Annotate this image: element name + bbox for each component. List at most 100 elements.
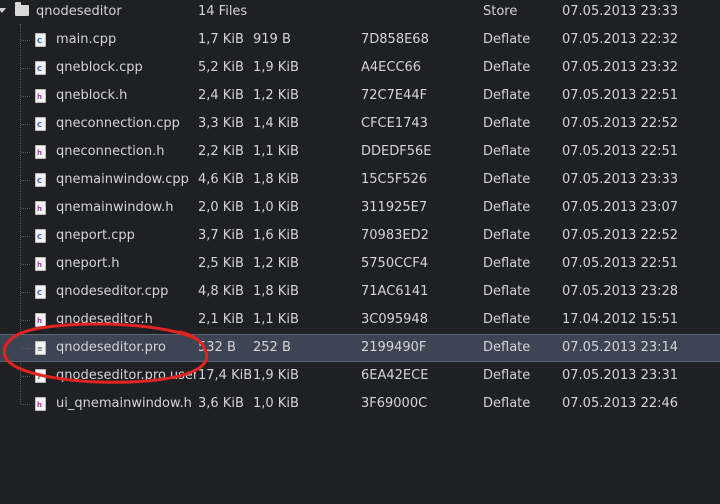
file-packed-size: 1,9 KiB [253, 368, 299, 383]
file-packed-size: 1,8 KiB [253, 172, 299, 187]
tree-branch-line [21, 376, 30, 377]
file-method: Deflate [483, 312, 531, 327]
file-row[interactable]: h qnemainwindow.h 2,0 KiB 1,0 KiB 311925E7 De… [0, 194, 720, 222]
file-type-mark: C [37, 177, 43, 185]
file-date: 07.05.2013 23:07 [562, 200, 679, 215]
file-row[interactable]: Cqneconnection.cpp 3,3 KiB 1,4 KiB CFCE1743… [0, 110, 720, 138]
file-crc: 5750CCF4 [361, 256, 428, 271]
file-size: 5,2 KiB [198, 60, 244, 75]
file-type-mark: h [37, 205, 42, 213]
header-file-icon: h [35, 201, 46, 215]
file-packed-size: 1,2 KiB [253, 256, 299, 271]
file-name: ui_qnemainwindow.h [56, 396, 192, 411]
file-method: Deflate [483, 284, 531, 299]
file-size: 2,2 KiB [198, 144, 244, 159]
cpp-file-icon: C [35, 33, 46, 47]
file-date: 07.05.2013 23:14 [562, 340, 679, 355]
file-date: 07.05.2013 22:51 [562, 88, 679, 103]
tree-branch-line [21, 236, 30, 237]
file-type-mark: C [37, 121, 43, 129]
file-crc: A4ECC66 [361, 60, 422, 75]
file-size: 532 B [198, 340, 236, 355]
tree-branch-line [21, 124, 30, 125]
cpp-file-icon: C [35, 117, 46, 131]
header-file-icon: h [35, 257, 46, 271]
file-row[interactable]: Cqneblock.cpp 5,2 KiB 1,9 KiB A4ECC66 Deflat… [0, 54, 720, 82]
file-date: 07.05.2013 23:31 [562, 368, 679, 383]
file-date: 07.05.2013 22:46 [562, 396, 679, 411]
file-size: 17,4 KiB [198, 368, 252, 383]
file-size: 2,0 KiB [198, 200, 244, 215]
file-name: qnodeseditor.pro [56, 340, 166, 355]
file-packed-size: 1,4 KiB [253, 116, 299, 131]
tree-branch-line [21, 180, 30, 181]
file-method: Deflate [483, 60, 531, 75]
folder-method: Store [483, 4, 518, 19]
file-row[interactable]: h qneblock.h 2,4 KiB 1,2 KiB 72C7E44F Deflate… [0, 82, 720, 110]
file-size: 4,6 KiB [198, 172, 244, 187]
header-file-icon: h [35, 89, 46, 103]
file-type-mark: h [37, 93, 42, 101]
file-method: Deflate [483, 200, 531, 215]
tree-branch-line [21, 152, 30, 153]
file-type-mark: C [37, 37, 43, 45]
file-type-mark: h [37, 261, 42, 269]
file-name: qnodeseditor.h [56, 312, 153, 327]
file-date: 07.05.2013 22:51 [562, 144, 679, 159]
file-row[interactable]: ? qnodeseditor.pro.user 17,4 KiB 1,9 KiB 6EA… [0, 362, 720, 390]
file-name: qneblock.h [56, 88, 128, 103]
file-row[interactable]: h qneconnection.h 2,2 KiB 1,1 KiB DDEDF56E De… [0, 138, 720, 166]
cpp-file-icon: C [35, 173, 46, 187]
chevron-down-icon[interactable] [0, 8, 6, 13]
file-method: Deflate [483, 340, 531, 355]
file-row[interactable]: ≡ qnodeseditor.pro 532 B 252 B 2199490F Defla… [0, 334, 720, 362]
file-row[interactable]: Cqneport.cpp 3,7 KiB 1,6 KiB 70983ED2 Deflat… [0, 222, 720, 250]
tree-branch-line [21, 264, 30, 265]
archive-file-list: qnodeseditor 14 Files Store 07.05.2013 2… [0, 0, 720, 504]
file-name: qnemainwindow.cpp [56, 172, 189, 187]
file-name: qneblock.cpp [56, 60, 143, 75]
file-crc: 3C095948 [361, 312, 428, 327]
file-size: 2,5 KiB [198, 256, 244, 271]
tree-branch-line [21, 320, 30, 321]
file-crc: 3F69000C [361, 396, 428, 411]
file-crc: 7D858E68 [361, 32, 429, 47]
tree-branch-line [21, 292, 30, 293]
tree-branch-line [21, 96, 30, 97]
file-crc: 311925E7 [361, 200, 428, 215]
file-method: Deflate [483, 116, 531, 131]
header-file-icon: h [35, 397, 46, 411]
file-crc: 72C7E44F [361, 88, 428, 103]
file-packed-size: 919 B [253, 32, 291, 47]
file-date: 07.05.2013 23:32 [562, 60, 679, 75]
file-size: 3,3 KiB [198, 116, 244, 131]
file-crc: 70983ED2 [361, 228, 429, 243]
file-packed-size: 1,8 KiB [253, 284, 299, 299]
file-row[interactable]: Cqnemainwindow.cpp 4,6 KiB 1,8 KiB 15C5F526… [0, 166, 720, 194]
file-row[interactable]: Cqnodeseditor.cpp 4,8 KiB 1,8 KiB 71AC6141 D… [0, 278, 720, 306]
file-row[interactable]: h ui_qnemainwindow.h 3,6 KiB 1,0 KiB 3F69000… [0, 390, 720, 418]
file-packed-size: 1,6 KiB [253, 228, 299, 243]
file-date: 07.05.2013 22:52 [562, 116, 679, 131]
file-date: 07.05.2013 23:28 [562, 284, 679, 299]
file-type-mark: h [37, 401, 42, 409]
file-crc: 15C5F526 [361, 172, 428, 187]
file-row[interactable]: Cmain.cpp 1,7 KiB 919 B 7D858E68 Deflate 07.0… [0, 26, 720, 54]
file-type-mark: h [37, 317, 42, 325]
file-method: Deflate [483, 172, 531, 187]
file-packed-size: 1,0 KiB [253, 200, 299, 215]
file-method: Deflate [483, 228, 531, 243]
file-size: 1,7 KiB [198, 32, 244, 47]
file-method: Deflate [483, 396, 531, 411]
file-name: qneconnection.cpp [56, 116, 180, 131]
file-date: 07.05.2013 23:33 [562, 172, 679, 187]
folder-row-root[interactable]: qnodeseditor 14 Files Store 07.05.2013 2… [0, 0, 720, 26]
file-row[interactable]: h qnodeseditor.h 2,1 KiB 1,1 KiB 3C095948 Def… [0, 306, 720, 334]
file-name: qnodeseditor.pro.user [56, 368, 196, 383]
file-row[interactable]: h qneport.h 2,5 KiB 1,2 KiB 5750CCF4 Deflate 0… [0, 250, 720, 278]
file-date: 17.04.2012 15:51 [562, 312, 679, 327]
file-date: 07.05.2013 22:52 [562, 228, 679, 243]
file-name: qneport.cpp [56, 228, 135, 243]
file-crc: 6EA42ECE [361, 368, 429, 383]
cpp-file-icon: C [35, 285, 46, 299]
